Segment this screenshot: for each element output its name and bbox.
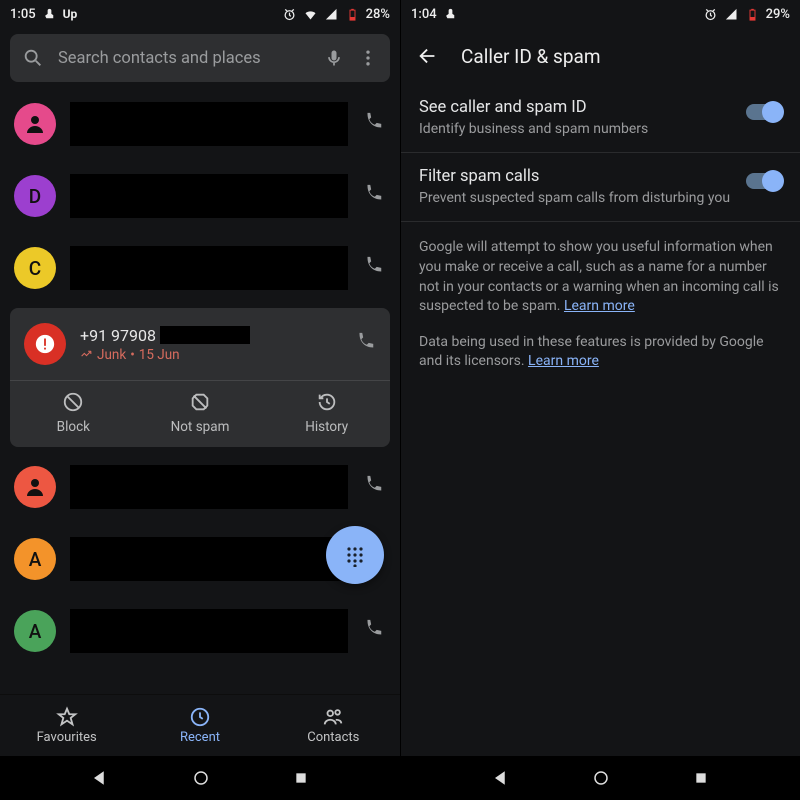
contact-avatar: A	[14, 538, 56, 580]
setting-subtitle: Prevent suspected spam calls from distur…	[419, 189, 734, 207]
not-spam-button[interactable]: Not spam	[137, 391, 264, 435]
call-button[interactable]	[362, 111, 384, 137]
call-button[interactable]	[362, 618, 384, 644]
wifi-icon	[303, 7, 318, 22]
call-row[interactable]: D	[0, 160, 400, 232]
touch-icon	[42, 7, 57, 22]
back-button[interactable]	[492, 769, 510, 787]
setting-title: Filter spam calls	[419, 167, 734, 186]
call-button[interactable]	[362, 183, 384, 209]
home-button[interactable]	[592, 769, 610, 787]
nav-recent[interactable]: Recent	[133, 695, 266, 756]
spam-label: Junk	[97, 347, 126, 363]
phone-left-recents: 1:05 Up 28% Search contacts and places D…	[0, 0, 400, 800]
search-placeholder: Search contacts and places	[58, 49, 310, 68]
dialpad-fab[interactable]	[326, 526, 384, 584]
recent-calls-list: DC +91 97908 Junk • 15 Jun	[0, 88, 400, 694]
contact-avatar	[14, 103, 56, 145]
contact-avatar	[14, 466, 56, 508]
call-row[interactable]	[0, 451, 400, 523]
contact-avatar: A	[14, 610, 56, 652]
touch-icon	[443, 7, 458, 22]
setting-info-2: Data being used in these features is pro…	[401, 333, 800, 388]
call-row[interactable]: A	[0, 595, 400, 667]
history-button[interactable]: History	[263, 391, 390, 435]
settings-header: Caller ID & spam	[401, 28, 800, 84]
status-time: 1:05	[10, 7, 36, 22]
learn-more-link[interactable]: Learn more	[528, 353, 599, 369]
contact-avatar: C	[14, 247, 56, 289]
nav-favourites[interactable]: Favourites	[0, 695, 133, 756]
setting-filter-spam[interactable]: Filter spam calls Prevent suspected spam…	[401, 153, 800, 222]
learn-more-link[interactable]: Learn more	[564, 298, 635, 314]
call-button[interactable]	[354, 331, 376, 357]
system-nav	[0, 756, 400, 800]
system-nav	[401, 756, 800, 800]
battery-icon	[345, 7, 360, 22]
redacted-block	[70, 609, 348, 653]
alarm-icon	[282, 7, 297, 22]
redacted-block	[160, 326, 250, 344]
overview-button[interactable]	[293, 770, 309, 786]
search-icon	[22, 47, 44, 69]
home-button[interactable]	[192, 769, 210, 787]
call-row[interactable]	[0, 88, 400, 160]
block-button[interactable]: Block	[10, 391, 137, 435]
phone-right-settings: 1:04 29% Caller ID & spam See caller and…	[400, 0, 800, 800]
up-icon: Up	[63, 7, 78, 21]
spam-actions: Block Not spam History	[10, 380, 390, 447]
call-button[interactable]	[362, 474, 384, 500]
overflow-icon[interactable]	[358, 48, 378, 68]
toggle-switch[interactable]	[746, 173, 782, 189]
battery-percent: 29%	[766, 7, 790, 22]
toggle-switch[interactable]	[746, 104, 782, 120]
missed-call-icon	[80, 348, 93, 361]
page-title: Caller ID & spam	[461, 45, 601, 68]
back-button[interactable]	[91, 769, 109, 787]
spam-call-row[interactable]: +91 97908 Junk • 15 Jun	[10, 308, 390, 380]
setting-info-1: Google will attempt to show you useful i…	[401, 222, 800, 332]
spam-date: 15 Jun	[139, 347, 180, 363]
battery-icon	[745, 7, 760, 22]
setting-subtitle: Identify business and spam numbers	[419, 120, 734, 138]
status-bar: 1:04 29%	[401, 0, 800, 28]
back-arrow-icon[interactable]	[417, 45, 439, 67]
search-bar[interactable]: Search contacts and places	[10, 34, 390, 82]
battery-percent: 28%	[366, 7, 390, 22]
redacted-block	[70, 465, 348, 509]
call-button[interactable]	[362, 255, 384, 281]
setting-see-caller-id[interactable]: See caller and spam ID Identify business…	[401, 84, 800, 153]
spam-call-info: +91 97908 Junk • 15 Jun	[80, 326, 340, 363]
redacted-block	[70, 102, 348, 146]
redacted-block	[70, 174, 348, 218]
status-time: 1:04	[411, 7, 437, 22]
spam-call-card: +91 97908 Junk • 15 Jun	[10, 308, 390, 447]
spam-icon	[24, 323, 66, 365]
mic-icon[interactable]	[324, 48, 344, 68]
spam-number: +91 97908	[80, 326, 156, 345]
overview-button[interactable]	[693, 770, 709, 786]
bottom-nav: Favourites Recent Contacts	[0, 694, 400, 756]
nav-contacts[interactable]: Contacts	[267, 695, 400, 756]
settings-body: See caller and spam ID Identify business…	[401, 84, 800, 756]
setting-title: See caller and spam ID	[419, 98, 734, 117]
status-bar: 1:05 Up 28%	[0, 0, 400, 28]
redacted-block	[70, 246, 348, 290]
redacted-block	[70, 537, 348, 581]
contact-avatar: D	[14, 175, 56, 217]
alarm-icon	[703, 7, 718, 22]
call-row[interactable]: C	[0, 232, 400, 304]
signal-icon	[724, 7, 739, 22]
signal-icon	[324, 7, 339, 22]
